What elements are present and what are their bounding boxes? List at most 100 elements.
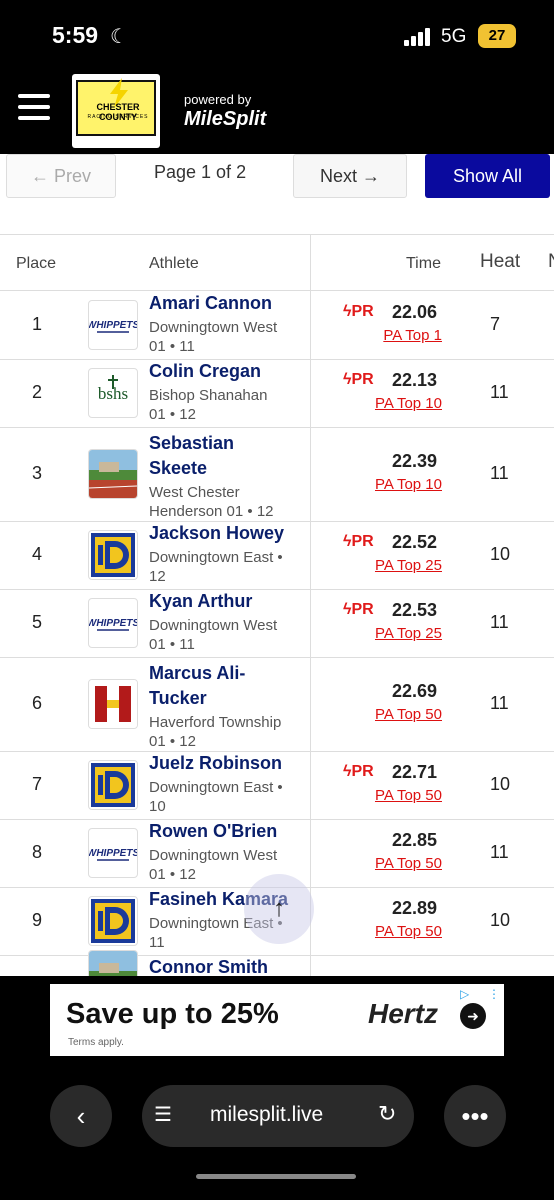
bshs-logo-icon: bshs — [98, 375, 128, 403]
ad-banner: Save up to 25% Terms apply. Hertz ➜ ▷ ⋮ — [0, 976, 554, 1056]
time-value: 22.85 — [392, 830, 438, 850]
table-row[interactable]: 5 WHIPPETS Kyan Arthur Downingtown West 01 •… — [0, 589, 554, 658]
home-indicator — [196, 1174, 356, 1179]
ad-arrow-icon[interactable]: ➜ — [460, 1003, 486, 1029]
page-tools-icon[interactable]: ☰ — [154, 1102, 172, 1127]
prev-button[interactable]: ← Prev — [6, 154, 116, 198]
time-value: 22.06 — [392, 302, 438, 322]
more-options-button[interactable]: ••• — [444, 1085, 506, 1147]
scroll-to-top-button[interactable]: ↑ — [244, 874, 314, 944]
url-text: milesplit.live — [210, 1103, 324, 1126]
heat-cell: 10 — [490, 910, 511, 930]
svg-text:WHIPPETS: WHIPPETS — [89, 848, 137, 859]
time-value: 22.13 — [392, 370, 438, 390]
heat-cell: 11 — [490, 842, 509, 862]
back-button[interactable]: ‹ — [50, 1085, 112, 1147]
pr-label: PR — [351, 601, 374, 618]
team-logo[interactable] — [88, 530, 138, 580]
ranking-link[interactable]: PA Top 50 — [375, 923, 442, 940]
whippets-logo-icon: WHIPPETS — [89, 320, 137, 333]
athlete-name-link[interactable]: Kyan Arthur — [149, 589, 309, 614]
athlete-name-link[interactable]: Colin Cregan — [149, 359, 309, 384]
heat-cell: 11 — [490, 693, 509, 713]
ranking-link[interactable]: PA Top 50 — [375, 706, 442, 723]
address-bar[interactable]: ☰ milesplit.live ↻ — [142, 1085, 414, 1147]
athlete-name-link[interactable]: Skeete — [149, 456, 309, 481]
downingtown-east-logo-icon — [91, 533, 135, 577]
header-heat[interactable]: Heat — [480, 251, 520, 273]
header-place[interactable]: Place — [16, 255, 56, 273]
team-logo[interactable] — [88, 896, 138, 946]
place-cell: 1 — [31, 314, 42, 334]
menu-icon[interactable] — [18, 94, 50, 120]
show-all-button[interactable]: Show All — [425, 154, 550, 198]
athlete-name-link[interactable]: Amari Cannon — [149, 291, 309, 316]
table-row[interactable]: 3 Sebastian Skeete West Chester Henderson 01… — [0, 427, 554, 522]
next-button[interactable]: Next → — [293, 154, 407, 198]
school-photo-icon — [89, 450, 137, 498]
team-logo[interactable]: WHIPPETS — [88, 300, 138, 350]
table-row[interactable]: 6 Marcus Ali- Tucker Haverford Township 01 •… — [0, 657, 554, 752]
ranking-link[interactable]: PA Top 25 — [375, 625, 442, 642]
school-name: Haverford Township — [149, 714, 282, 731]
ranking-link[interactable]: PA Top 50 — [375, 787, 442, 804]
team-logo[interactable]: bshs — [88, 368, 138, 418]
results-table: Place Athlete Time Heat N 1 WHIPPETS Amari… — [0, 234, 554, 976]
ad-brand: Hertz — [368, 998, 439, 1029]
pr-label: PR — [351, 303, 374, 320]
ranking-link[interactable]: PA Top 50 — [375, 855, 442, 872]
table-row[interactable]: 4 Jackson Howey Downingtown East • 12 ϟPR 22.… — [0, 521, 554, 590]
team-logo[interactable] — [88, 950, 138, 976]
athlete-name-link[interactable]: Tucker — [149, 686, 309, 711]
milesplit-brand[interactable]: MileSplit — [184, 108, 266, 131]
team-logo[interactable] — [88, 679, 138, 729]
status-time: 5:59 — [52, 22, 99, 48]
ad-card[interactable]: Save up to 25% Terms apply. Hertz ➜ ▷ ⋮ — [50, 984, 504, 1056]
whippets-logo-icon: WHIPPETS — [89, 618, 137, 631]
ranking-link[interactable]: PA Top 1 — [383, 327, 442, 344]
adchoices-icon[interactable]: ▷ — [460, 987, 469, 1001]
header-time[interactable]: Time — [406, 255, 441, 273]
reload-icon[interactable]: ↻ — [378, 1101, 396, 1127]
pr-badge: ϟPR — [343, 533, 374, 551]
grade-info: Henderson 01 • 12 — [149, 503, 274, 520]
school-name: Downingtown West — [149, 847, 278, 864]
team-logo[interactable] — [88, 760, 138, 810]
school-name: Bishop Shanahan — [149, 387, 268, 404]
athlete-name-link[interactable]: Rowen O'Brien — [149, 819, 309, 844]
ranking-link[interactable]: PA Top 10 — [375, 395, 442, 412]
athlete-name-link[interactable]: Marcus Ali- — [149, 661, 309, 686]
school-name: Downingtown West — [149, 319, 278, 336]
ad-more-icon[interactable]: ⋮ — [488, 987, 500, 1001]
time-value: 22.52 — [392, 532, 438, 552]
pr-label: PR — [351, 371, 374, 388]
logo-badge: CHESTER COUNTY RACING SERVICES — [76, 78, 156, 136]
ranking-link[interactable]: PA Top 25 — [375, 557, 442, 574]
pr-label: PR — [351, 533, 374, 550]
place-cell: 7 — [31, 774, 42, 794]
team-logo[interactable] — [88, 449, 138, 499]
athlete-name-link[interactable]: Jackson Howey — [149, 521, 309, 546]
pagination: ← Prev Page 1 of 2 Next → Show All — [0, 154, 554, 224]
school-name: Downingtown East • — [149, 779, 283, 796]
table-row[interactable]: 2 bshs Colin Cregan Bishop Shanahan 01 • 12 ϟ… — [0, 359, 554, 428]
place-cell: 3 — [31, 463, 42, 483]
grade-info: 01 • 12 — [149, 406, 196, 423]
ad-headline: Save up to 25% — [66, 998, 279, 1030]
downingtown-east-logo-icon — [91, 763, 135, 807]
time-value: 22.39 — [392, 451, 438, 471]
grade-info: 01 • 12 — [149, 733, 196, 750]
header-athlete[interactable]: Athlete — [149, 255, 199, 273]
team-logo[interactable]: WHIPPETS — [88, 598, 138, 648]
athlete-name-link[interactable]: Connor Smith — [149, 955, 309, 976]
site-logo[interactable]: CHESTER COUNTY RACING SERVICES — [72, 74, 160, 148]
athlete-name-link[interactable]: Sebastian — [149, 431, 309, 456]
table-row[interactable]: Connor Smith — [0, 950, 554, 976]
time-value: 22.69 — [392, 681, 438, 701]
ranking-link[interactable]: PA Top 10 — [375, 476, 442, 493]
table-row[interactable]: 7 Juelz Robinson Downingtown East • 10 ϟPR 22… — [0, 751, 554, 820]
team-logo[interactable]: WHIPPETS — [88, 828, 138, 878]
grade-info: 12 — [149, 568, 166, 585]
athlete-name-link[interactable]: Juelz Robinson — [149, 751, 309, 776]
table-row[interactable]: 1 WHIPPETS Amari Cannon Downingtown West 01 … — [0, 291, 554, 360]
